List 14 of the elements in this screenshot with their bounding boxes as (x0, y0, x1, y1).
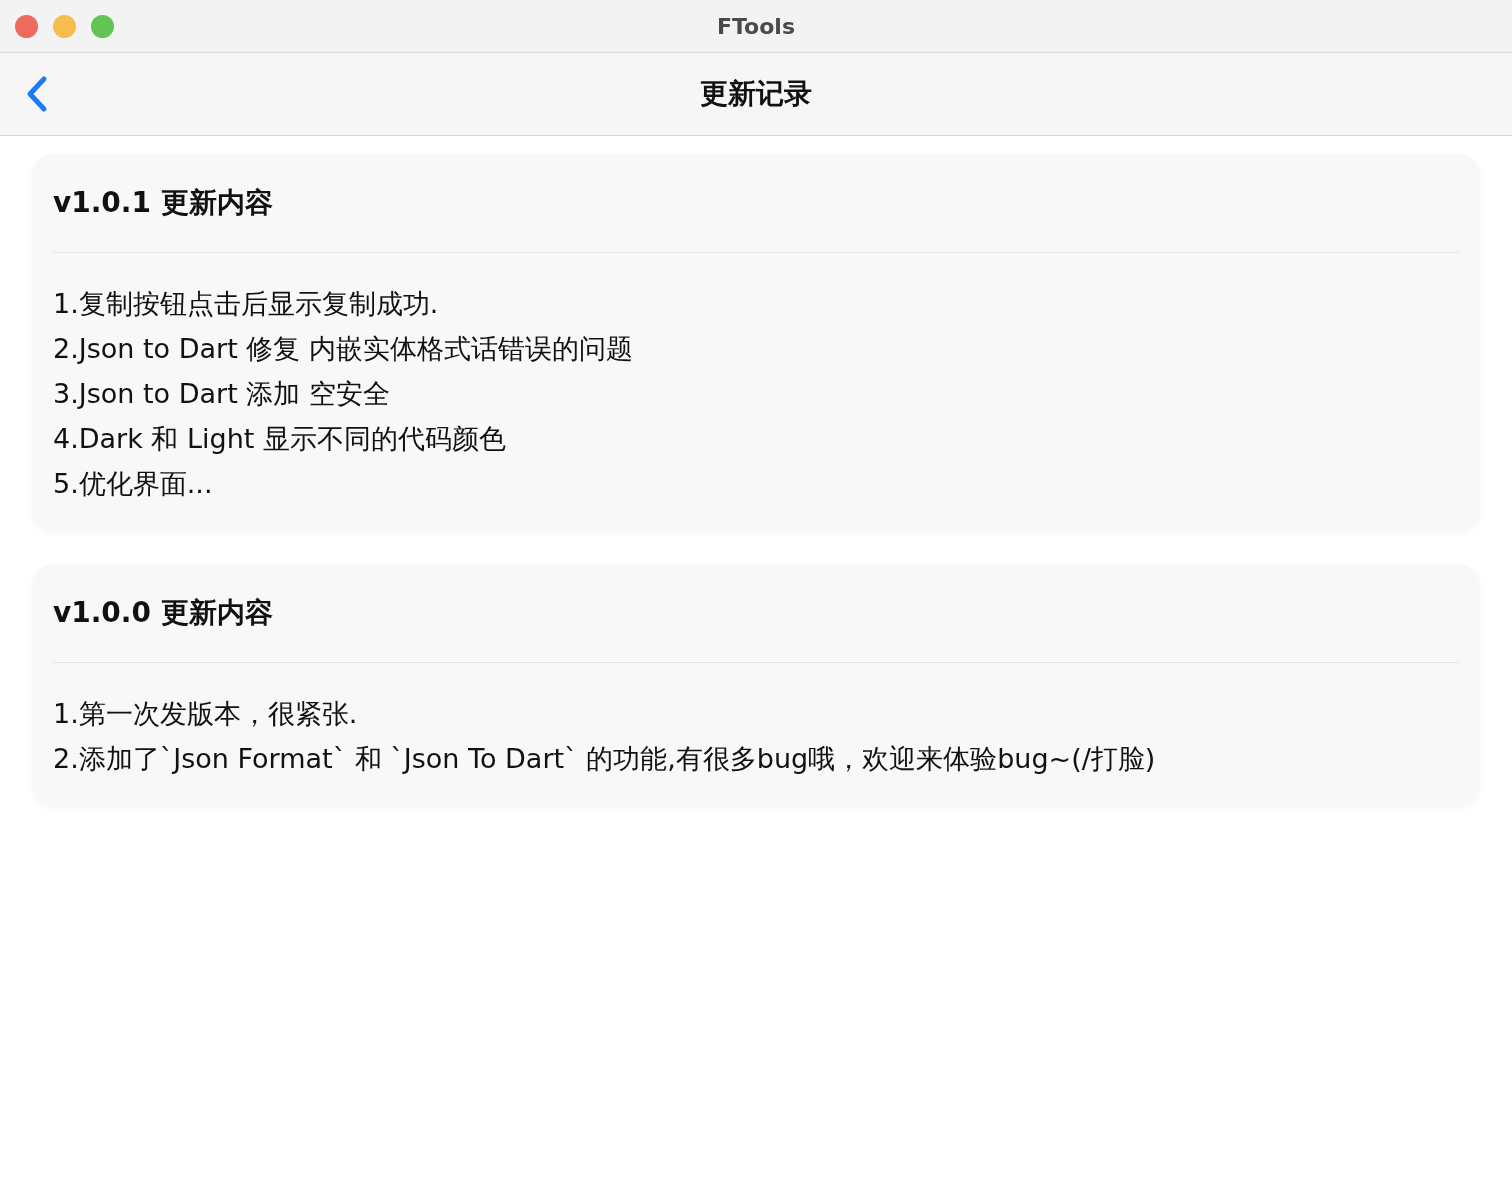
release-note: 5.优化界面... (53, 467, 214, 501)
minimize-button[interactable] (53, 14, 76, 38)
release-note: 3.Json to Dart 添加 空安全 (53, 377, 391, 411)
release-title: v1.0.1 更新内容 (53, 184, 1459, 253)
release-note: 2.添加了`Json Format` 和 `Json To Dart` 的功能,有很多bug哦，欢迎来体验bug~(/打脸) (53, 742, 1157, 776)
page-title: 更新记录 (700, 76, 812, 112)
zoom-button[interactable] (91, 14, 114, 38)
close-button[interactable] (15, 14, 38, 38)
release-note: 4.Dark 和 Light 显示不同的代码颜色 (53, 422, 507, 456)
release-title: v1.0.0 更新内容 (53, 594, 1459, 663)
release-note: 1.第一次发版本，很紧张. (53, 697, 359, 731)
release-note: 1.复制按钮点击后显示复制成功. (53, 287, 440, 321)
release-note: 2.Json to Dart 修复 内嵌实体格式话错误的问题 (53, 332, 634, 366)
window-title: FTools (717, 13, 795, 39)
